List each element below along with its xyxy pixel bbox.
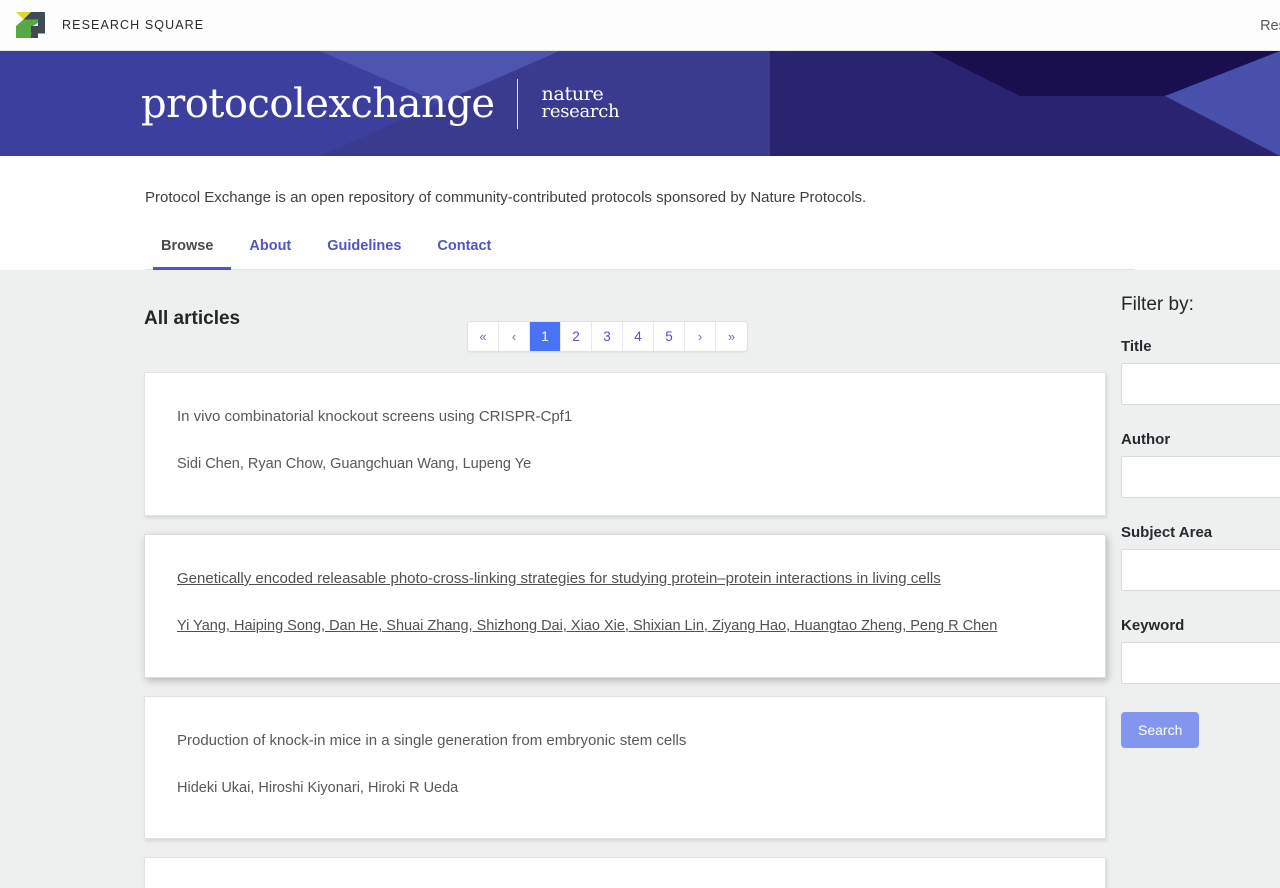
- pagination-page-5[interactable]: 5: [654, 322, 685, 351]
- article-card[interactable]: Assembly of phospholipid nanodiscs of co…: [144, 857, 1106, 888]
- pagination-page-1[interactable]: 1: [530, 322, 561, 351]
- filter-label-title: Title: [1121, 338, 1152, 355]
- article-card[interactable]: Genetically encoded releasable photo-cro…: [144, 533, 1106, 678]
- article-card[interactable]: Production of knock-in mice in a single …: [144, 695, 1106, 840]
- tab-browse[interactable]: Browse: [153, 238, 232, 270]
- article-authors: Sidi Chen, Ryan Chow, Guangchuan Wang, L…: [177, 456, 532, 473]
- pagination-page-2[interactable]: 2: [561, 322, 592, 351]
- tab-about[interactable]: About: [231, 238, 309, 270]
- pagination-page-4[interactable]: 4: [623, 322, 654, 351]
- page-body: All articles « ‹ 1 2 3 4 5 › » In vivo c…: [0, 270, 1280, 888]
- brand-divider: [516, 78, 518, 129]
- tab-guidelines[interactable]: Guidelines: [309, 238, 419, 270]
- filter-sidebar: Filter by: Title Author Subject Area Key…: [1106, 294, 1280, 888]
- pagination-page-3[interactable]: 3: [592, 322, 623, 351]
- article-authors: Yi Yang, Haiping Song, Dan He, Shuai Zha…: [177, 618, 998, 635]
- filter-label-subject-area: Subject Area: [1121, 524, 1213, 541]
- tab-contact[interactable]: Contact: [419, 238, 509, 270]
- pagination-prev[interactable]: ‹: [499, 322, 530, 351]
- filter-heading: Filter by:: [1121, 294, 1194, 315]
- article-title: In vivo combinatorial knockout screens u…: [177, 408, 573, 425]
- topbar-link-research[interactable]: Resea: [1260, 18, 1280, 34]
- topbar-nav: Resea: [1260, 0, 1280, 51]
- pagination-last[interactable]: »: [716, 322, 747, 351]
- article-title: Genetically encoded releasable photo-cro…: [177, 569, 941, 587]
- research-square-wordmark: RESEARCH SQUARE: [62, 18, 205, 32]
- filter-input-subject-area[interactable]: [1121, 549, 1280, 591]
- nature-research-logo: nature research: [541, 85, 620, 122]
- nature-logo-line2: research: [541, 100, 620, 122]
- articles-header: All articles « ‹ 1 2 3 4 5 › »: [144, 294, 1106, 372]
- research-square-mark-icon: [16, 12, 45, 38]
- global-topbar: RESEARCH SQUARE Resea: [0, 0, 1280, 51]
- protocol-exchange-banner: protocolexchange nature research: [0, 51, 1280, 156]
- filter-input-author[interactable]: [1121, 456, 1280, 498]
- brand-word-exchange: exchange: [305, 80, 495, 127]
- pagination-next[interactable]: ›: [685, 322, 716, 351]
- intro-description: Protocol Exchange is an open repository …: [145, 189, 867, 206]
- pagination-first[interactable]: «: [468, 322, 499, 351]
- filter-label-author: Author: [1121, 431, 1171, 448]
- banner-brand-title: protocolexchange: [141, 84, 495, 124]
- filter-label-keyword: Keyword: [1121, 617, 1185, 634]
- filter-input-title[interactable]: [1121, 363, 1280, 405]
- pagination: « ‹ 1 2 3 4 5 › »: [467, 321, 748, 352]
- brand-lockup: protocolexchange nature research: [141, 78, 620, 129]
- article-authors: Hideki Ukai, Hiroshi Kiyonari, Hiroki R …: [177, 779, 459, 796]
- article-card[interactable]: In vivo combinatorial knockout screens u…: [144, 372, 1106, 516]
- search-button[interactable]: Search: [1121, 712, 1200, 748]
- research-square-logo-link[interactable]: RESEARCH SQUARE: [14, 10, 204, 40]
- filter-input-keyword[interactable]: [1121, 642, 1280, 684]
- intro-section: Protocol Exchange is an open repository …: [0, 156, 1280, 270]
- primary-nav: Browse About Guidelines Contact: [145, 238, 1135, 270]
- page-title: All articles: [144, 308, 241, 329]
- brand-word-protocol: protocol: [141, 80, 306, 127]
- articles-column: All articles « ‹ 1 2 3 4 5 › » In vivo c…: [144, 294, 1106, 888]
- article-title: Production of knock-in mice in a single …: [177, 731, 687, 749]
